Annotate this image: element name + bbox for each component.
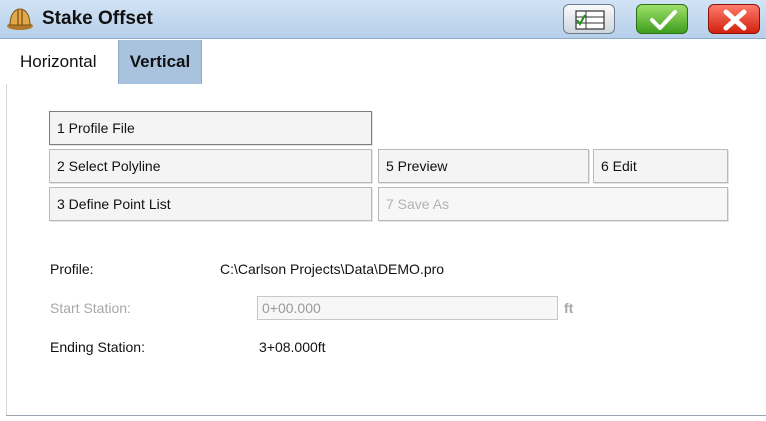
save-as-button[interactable]: 7 Save As xyxy=(378,187,728,221)
preview-button[interactable]: 5 Preview xyxy=(378,149,589,183)
checkmark-icon xyxy=(650,10,677,30)
hard-hat-icon xyxy=(7,8,33,30)
window-title: Stake Offset xyxy=(42,8,153,29)
tab-vertical[interactable]: Vertical xyxy=(118,40,202,84)
ending-station-value: 3+08.000ft xyxy=(259,339,326,355)
edit-button[interactable]: 6 Edit xyxy=(593,149,728,183)
ok-button[interactable] xyxy=(636,4,688,34)
panel-bottom-border xyxy=(6,415,766,416)
start-station-unit: ft xyxy=(564,300,574,316)
define-point-list-button[interactable]: 3 Define Point List xyxy=(49,187,372,221)
title-bar: Stake Offset xyxy=(0,0,766,39)
profile-value: C:\Carlson Projects\Data\DEMO.pro xyxy=(220,261,445,277)
profile-file-button[interactable]: 1 Profile File xyxy=(49,111,372,145)
close-x-icon xyxy=(723,9,747,31)
tab-horizontal[interactable]: Horizontal xyxy=(10,40,107,84)
start-station-label: Start Station: xyxy=(50,300,131,316)
start-station-input[interactable]: 0+00.000 xyxy=(257,296,558,320)
select-polyline-button[interactable]: 2 Select Polyline xyxy=(49,149,372,183)
panel-border xyxy=(6,84,7,415)
cancel-button[interactable] xyxy=(708,4,760,34)
profile-label: Profile: xyxy=(50,261,94,277)
list-check-icon xyxy=(575,10,605,30)
list-button[interactable] xyxy=(563,4,615,34)
ending-station-label: Ending Station: xyxy=(50,339,145,355)
